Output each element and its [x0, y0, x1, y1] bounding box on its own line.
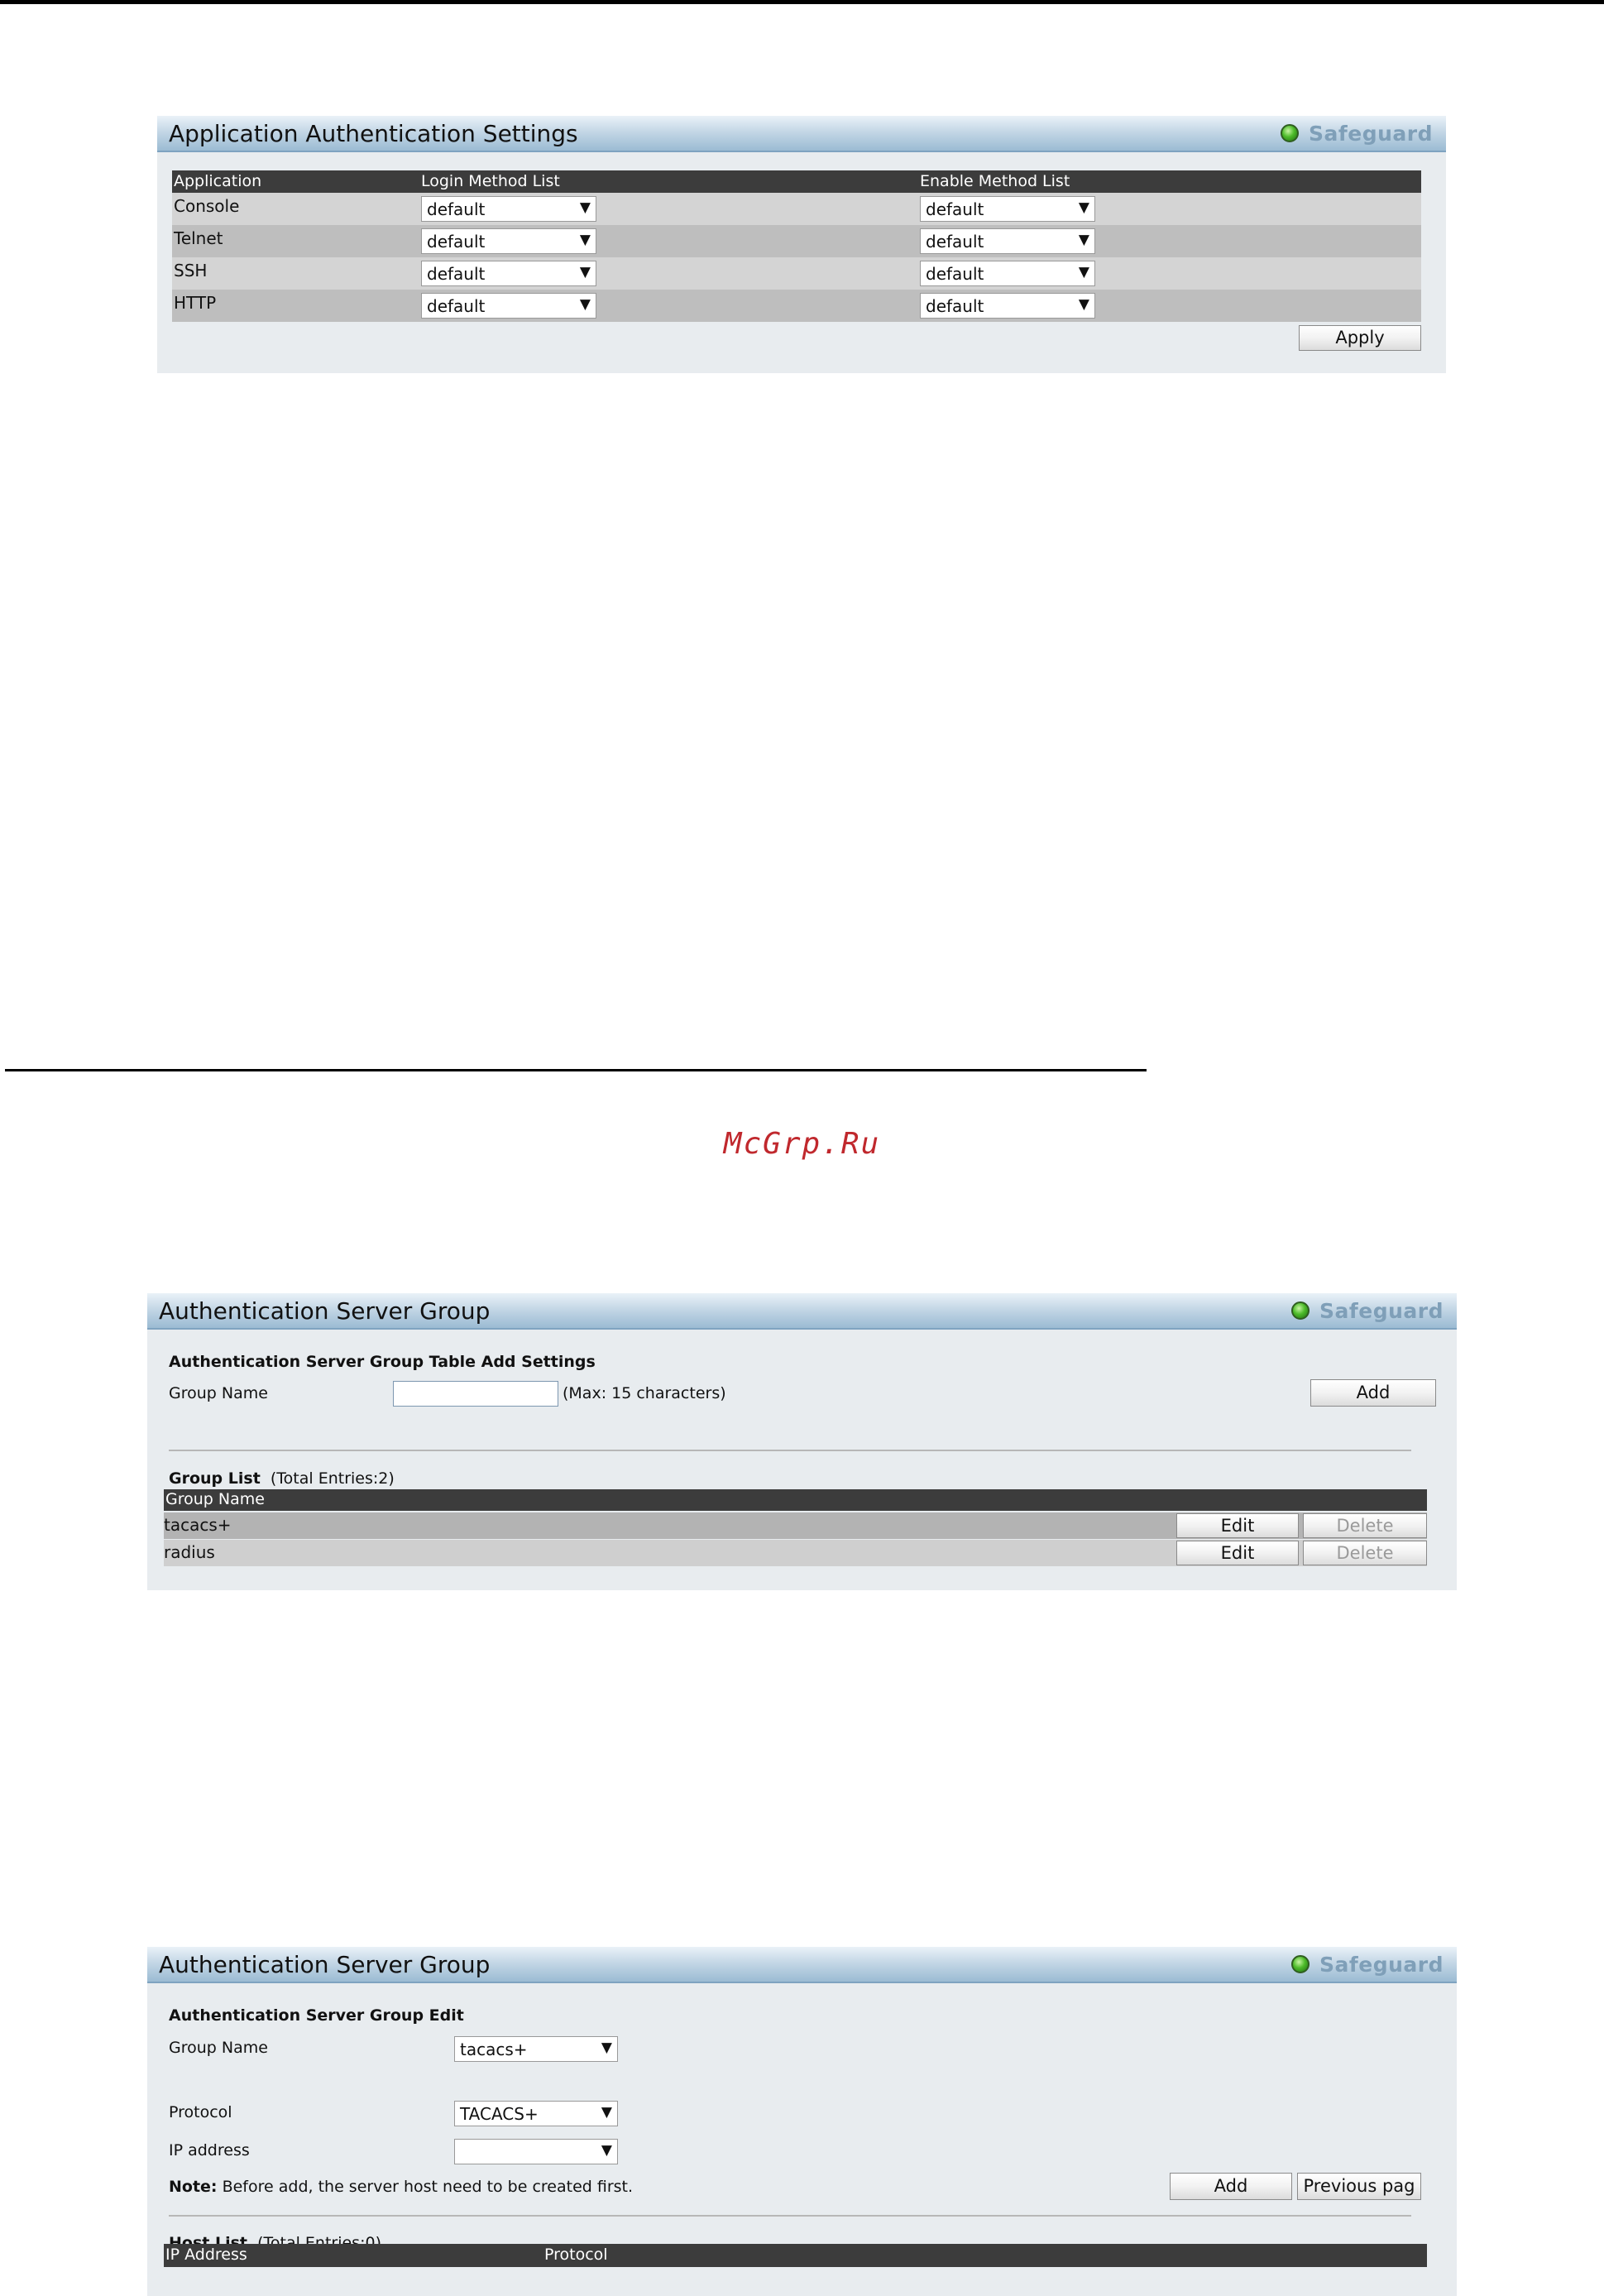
select-value: TACACS+ — [460, 2104, 539, 2124]
delete-button[interactable]: Delete — [1303, 1541, 1427, 1565]
table-row: HTTP default ▼ default ▼ — [172, 290, 1421, 322]
previous-page-button[interactable]: Previous pag — [1297, 2173, 1421, 2200]
top-rule — [0, 0, 1604, 4]
table-row: SSH default ▼ default ▼ — [172, 257, 1421, 290]
dropdown-arrow-icon: ▼ — [1078, 232, 1089, 248]
group-name-cell: radius — [164, 1542, 215, 1562]
panel-header: Application Authentication Settings Safe… — [157, 116, 1446, 152]
dropdown-arrow-icon: ▼ — [579, 296, 591, 313]
watermark-text: McGrp.Ru — [723, 1127, 881, 1161]
table-header: Application Login Method List Enable Met… — [172, 170, 1421, 193]
table-row: Console default ▼ default ▼ — [172, 193, 1421, 225]
table-row: tacacs+ Edit Delete — [164, 1512, 1427, 1539]
group-name-label: Group Name — [169, 1384, 268, 1402]
column-group-name: Group Name — [165, 1490, 265, 1508]
ip-address-label: IP address — [169, 2141, 250, 2159]
panel-title: Authentication Server Group — [159, 1297, 491, 1325]
note: Note: Before add, the server host need t… — [169, 2178, 633, 2196]
enable-method-select[interactable]: default ▼ — [920, 293, 1095, 319]
group-list-heading: Group List (Total Entries:2) — [169, 1469, 395, 1488]
safeguard-status-icon — [1291, 1301, 1310, 1320]
enable-method-select[interactable]: default ▼ — [920, 196, 1095, 222]
column-ip-address: IP Address — [165, 2246, 247, 2264]
dropdown-arrow-icon: ▼ — [579, 264, 591, 280]
add-host-button[interactable]: Add — [1170, 2173, 1292, 2200]
group-list-title: Group List — [169, 1469, 261, 1488]
section-divider — [5, 1069, 1147, 1071]
safeguard-badge: Safeguard — [1291, 1952, 1444, 1977]
apply-button[interactable]: Apply — [1299, 325, 1421, 351]
safeguard-status-icon — [1281, 124, 1299, 142]
select-value: default — [926, 199, 984, 219]
group-list-header: Group Name — [164, 1489, 1427, 1511]
protocol-label: Protocol — [169, 2103, 232, 2121]
select-value: default — [427, 296, 486, 316]
dropdown-arrow-icon: ▼ — [601, 2104, 612, 2121]
column-application: Application — [174, 172, 262, 190]
dropdown-arrow-icon: ▼ — [1078, 264, 1089, 280]
edit-button[interactable]: Edit — [1176, 1513, 1299, 1538]
table-row: radius Edit Delete — [164, 1540, 1427, 1566]
section-title: Authentication Server Group Edit — [169, 2006, 464, 2025]
login-method-select[interactable]: default ▼ — [421, 261, 596, 286]
group-list-count: (Total Entries:2) — [270, 1469, 395, 1488]
application-name: Console — [174, 196, 240, 216]
panel-title: Application Authentication Settings — [169, 120, 578, 147]
panel-header: Authentication Server Group Safeguard — [147, 1947, 1457, 1983]
table-row: Telnet default ▼ default ▼ — [172, 225, 1421, 257]
column-login-method-list: Login Method List — [421, 172, 560, 190]
ip-address-select[interactable]: ▼ — [454, 2139, 618, 2164]
section-separator — [169, 2215, 1411, 2217]
dropdown-arrow-icon: ▼ — [601, 2040, 612, 2056]
protocol-select[interactable]: TACACS+ ▼ — [454, 2101, 618, 2126]
select-value: default — [926, 264, 984, 284]
login-method-select[interactable]: default ▼ — [421, 293, 596, 319]
dropdown-arrow-icon: ▼ — [601, 2142, 612, 2159]
dropdown-arrow-icon: ▼ — [1078, 296, 1089, 313]
panel-header: Authentication Server Group Safeguard — [147, 1293, 1457, 1330]
safeguard-label: Safeguard — [1319, 1952, 1444, 1977]
dropdown-arrow-icon: ▼ — [579, 232, 591, 248]
select-value: default — [427, 264, 486, 284]
application-table: Application Login Method List Enable Met… — [172, 170, 1421, 322]
application-name: SSH — [174, 261, 208, 280]
safeguard-badge: Safeguard — [1281, 121, 1433, 146]
group-name-input[interactable] — [393, 1381, 558, 1407]
dropdown-arrow-icon: ▼ — [1078, 199, 1089, 216]
enable-method-select[interactable]: default ▼ — [920, 261, 1095, 286]
application-authentication-panel: Application Authentication Settings Safe… — [157, 116, 1446, 373]
group-name-cell: tacacs+ — [164, 1515, 232, 1535]
host-list-header: IP Address Protocol — [164, 2244, 1427, 2267]
login-method-select[interactable]: default ▼ — [421, 228, 596, 254]
safeguard-status-icon — [1291, 1955, 1310, 1973]
max-characters-hint: (Max: 15 characters) — [563, 1384, 726, 1402]
edit-button[interactable]: Edit — [1176, 1541, 1299, 1565]
select-value: tacacs+ — [460, 2040, 528, 2059]
column-enable-method-list: Enable Method List — [920, 172, 1070, 190]
safeguard-badge: Safeguard — [1291, 1298, 1444, 1323]
dropdown-arrow-icon: ▼ — [579, 199, 591, 216]
select-value: default — [926, 296, 984, 316]
authentication-server-group-edit-panel: Authentication Server Group Safeguard Au… — [147, 1947, 1457, 2296]
select-value: default — [427, 199, 486, 219]
authentication-server-group-panel: Authentication Server Group Safeguard Au… — [147, 1293, 1457, 1590]
login-method-select[interactable]: default ▼ — [421, 196, 596, 222]
add-group-button[interactable]: Add — [1310, 1379, 1436, 1407]
group-name-label: Group Name — [169, 2039, 268, 2057]
note-text: Before add, the server host need to be c… — [222, 2178, 634, 2196]
select-value: default — [427, 232, 486, 252]
section-separator — [169, 1450, 1411, 1451]
section-title: Authentication Server Group Table Add Se… — [169, 1353, 596, 1371]
application-name: HTTP — [174, 293, 217, 313]
select-value: default — [926, 232, 984, 252]
delete-button[interactable]: Delete — [1303, 1513, 1427, 1538]
application-name: Telnet — [174, 228, 223, 248]
group-name-select[interactable]: tacacs+ ▼ — [454, 2036, 618, 2062]
enable-method-select[interactable]: default ▼ — [920, 228, 1095, 254]
safeguard-label: Safeguard — [1319, 1298, 1444, 1323]
column-protocol: Protocol — [544, 2246, 608, 2264]
safeguard-label: Safeguard — [1309, 121, 1433, 146]
panel-title: Authentication Server Group — [159, 1951, 491, 1978]
note-label: Note: — [169, 2178, 218, 2196]
